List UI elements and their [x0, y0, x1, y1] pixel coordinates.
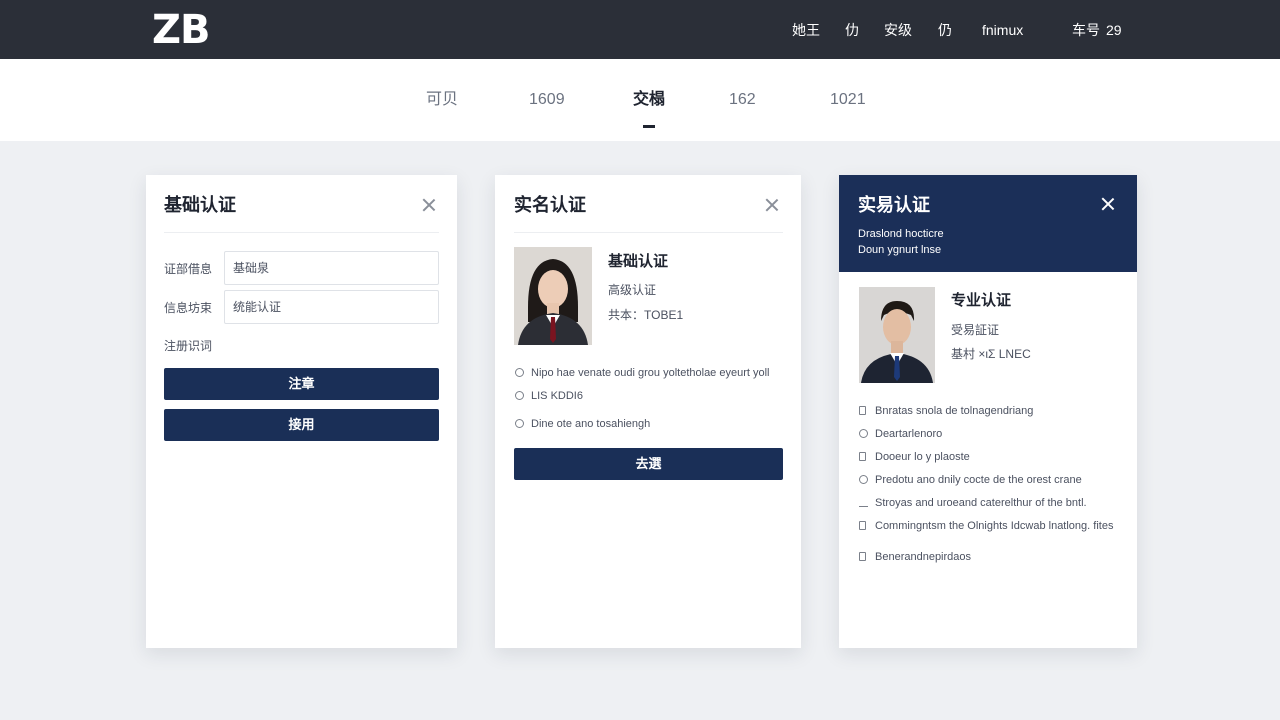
card-basic-auth: 基础认证 证部借息 基础泉 信息坊束 统能认证 注册识词 注章 接用 — [146, 175, 457, 648]
holder-id: 基村 ×ιΣ LNEC — [951, 347, 1031, 361]
portrait-image — [514, 247, 592, 345]
header-subtitle-1: Draslond hocticre — [858, 228, 944, 240]
register-note: 注册识词 — [164, 339, 213, 353]
card-basic-title: 基础认证 — [164, 195, 236, 215]
nav-item-7[interactable]: 29 — [1106, 20, 1122, 40]
profile-photo-female — [514, 247, 592, 345]
close-icon[interactable] — [765, 198, 779, 212]
active-tab-indicator — [643, 125, 655, 128]
triangle-icon — [859, 498, 868, 507]
pro-row-7: Benerandnepirdaos — [875, 551, 972, 563]
pro-row-1: Bnratas snola de tolnagendriang — [875, 405, 1034, 417]
folder-icon — [859, 552, 866, 561]
tab-4[interactable]: 162 — [729, 89, 756, 111]
logo[interactable]: ZB — [152, 8, 210, 52]
profile-photo-male — [859, 287, 935, 383]
detail-row-2: LIS KDDI6 — [531, 390, 583, 402]
card-pro-title: 实易认证 — [858, 195, 930, 215]
tab-1[interactable]: 可贝 — [426, 89, 458, 111]
detail-row-3: Dine ote ano tosahiengh — [531, 418, 651, 430]
close-icon[interactable] — [1101, 197, 1115, 211]
card-pro-auth: 实易认证 Draslond hocticre Doun ygnurt lnse … — [839, 175, 1137, 648]
warning-icon — [515, 419, 524, 428]
primary-button[interactable]: 注章 — [164, 368, 439, 400]
tab-3-active[interactable]: 交榻 — [633, 89, 665, 111]
header-subtitle-2: Doun ygnurt lnse — [858, 244, 942, 256]
nav-item-6[interactable]: 车号 — [1072, 20, 1100, 40]
bookmark-icon — [859, 452, 866, 461]
field1-label: 证部借息 — [164, 262, 213, 276]
divider — [514, 232, 783, 233]
field2-label: 信息坊束 — [164, 301, 213, 315]
tab-2[interactable]: 1609 — [529, 89, 565, 111]
secondary-button[interactable]: 接用 — [164, 409, 439, 441]
holder-level: 高级认证 — [608, 283, 657, 297]
pro-row-6: Commingntsm the Olnights Idcwab lnatlong… — [875, 520, 1114, 532]
tab-5[interactable]: 1021 — [830, 89, 866, 111]
nav-item-5[interactable]: fnimux — [982, 20, 1023, 40]
pro-row-5: Stroyas and uroeand caterelthur of the b… — [875, 497, 1087, 509]
holder-level: 受易証证 — [951, 323, 1000, 337]
portrait-image — [859, 287, 935, 383]
holder-id: 共本：TOBE1 — [608, 308, 684, 322]
shield-icon — [515, 391, 524, 400]
nav-item-4[interactable]: 仍 — [938, 20, 952, 40]
field1-input[interactable]: 基础泉 — [224, 251, 439, 285]
document-icon — [859, 521, 866, 530]
pro-row-3: Dooeur lo y plaoste — [875, 451, 970, 463]
card-pro-header — [839, 175, 1137, 272]
proceed-button[interactable]: 去選 — [514, 448, 783, 480]
card-realname-title: 实名认证 — [514, 195, 586, 215]
divider — [164, 232, 439, 233]
info-icon — [515, 368, 524, 377]
top-bar: ZB 她王 仂 安级 仍 fnimux 车号 29 — [0, 0, 1280, 59]
pro-row-4: Predotu ano dnily cocte de the orest cra… — [875, 474, 1082, 486]
card-realname-auth: 实名认证 基础认证 高级认证 共本：TOBE1 Nipo hae venate … — [495, 175, 801, 648]
holder-name: 专业认证 — [951, 292, 1012, 309]
close-icon[interactable] — [422, 198, 436, 212]
refresh-icon — [859, 475, 868, 484]
nav-item-2[interactable]: 仂 — [845, 20, 859, 40]
nav-item-1[interactable]: 她王 — [792, 20, 820, 40]
pro-row-2: Deartarlenoro — [875, 428, 943, 440]
list-icon — [859, 406, 866, 415]
holder-name: 基础认证 — [608, 253, 669, 270]
nav-item-3[interactable]: 安级 — [884, 20, 912, 40]
search-icon — [859, 429, 868, 438]
detail-row-1: Nipo hae venate oudi grou yoltetholae ey… — [531, 367, 770, 379]
field2-input[interactable]: 统能认证 — [224, 290, 439, 324]
tab-bar: 可贝 1609 交榻 162 1021 — [0, 59, 1280, 141]
